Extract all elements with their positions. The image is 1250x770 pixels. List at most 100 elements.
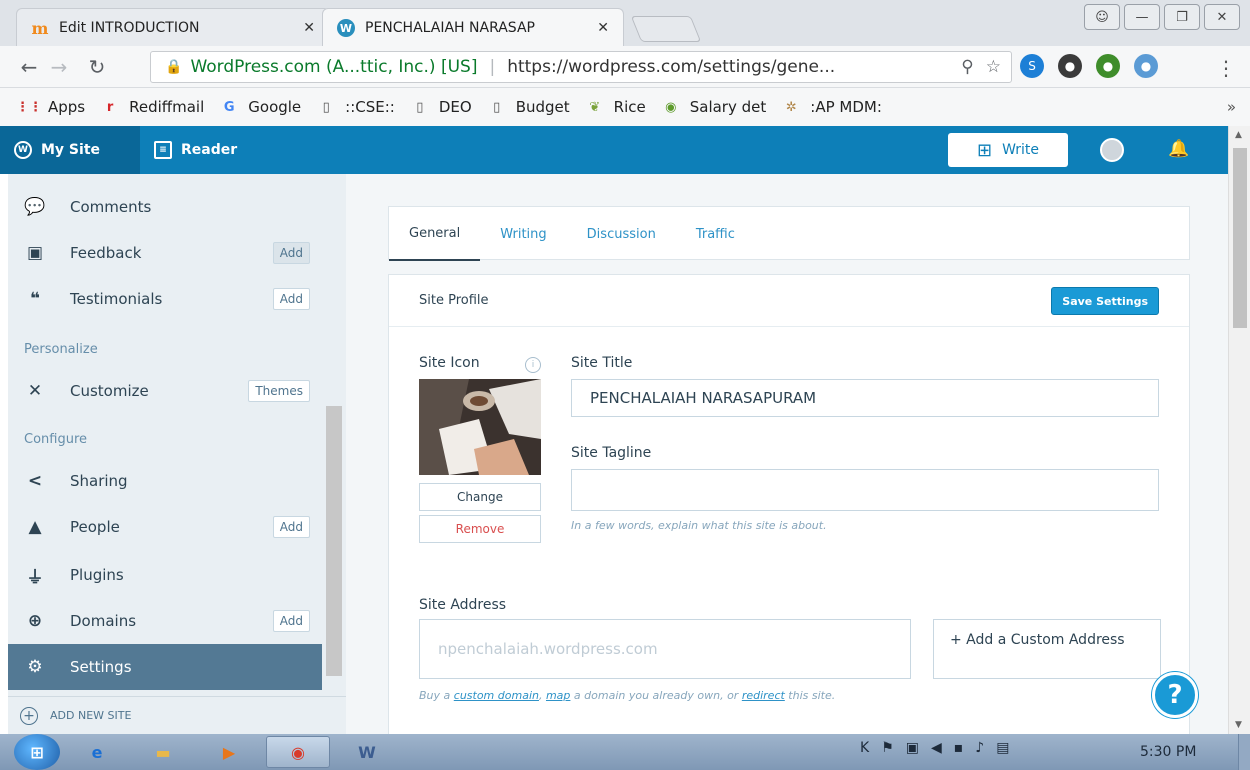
volume-icon[interactable]: ♪ xyxy=(975,740,984,756)
bookmark-5[interactable]: ▯ Budget xyxy=(488,98,570,116)
chrome-taskbar-icon[interactable]: ◉ xyxy=(266,736,330,768)
close-icon[interactable]: ✕ xyxy=(597,20,609,36)
sidebar-item-feedback[interactable]: ▣ Feedback Add xyxy=(8,230,322,276)
media-player-icon[interactable]: ▶ xyxy=(200,736,258,768)
bookmark-7[interactable]: ◉ Salary det xyxy=(662,98,766,116)
bookmark-2[interactable]: G Google xyxy=(220,98,301,116)
sidebar-scroll-thumb[interactable] xyxy=(326,406,342,676)
back-arrow-icon[interactable]: ← xyxy=(14,55,44,79)
domains-add-button[interactable]: Add xyxy=(272,610,310,632)
add-new-site-link[interactable]: + ADD NEW SITE xyxy=(8,696,346,734)
file-explorer-icon[interactable]: ▬ xyxy=(134,736,192,768)
bookmark-8[interactable]: ✲:AP MDM: xyxy=(782,98,882,116)
avatar[interactable] xyxy=(1100,138,1124,162)
browser-toolbar: ← → ↻ 🔒 WordPress.com (A...ttic, Inc.) [… xyxy=(0,46,1250,88)
scroll-down-arrow-icon[interactable]: ▼ xyxy=(1235,720,1242,730)
internet-explorer-icon[interactable]: e xyxy=(68,736,126,768)
site-tagline-input[interactable] xyxy=(571,469,1159,511)
custom-domain-link[interactable]: custom domain xyxy=(454,689,539,702)
people-add-button[interactable]: Add xyxy=(272,516,310,538)
sidebar-item-domains[interactable]: ⊕ Domains Add xyxy=(8,598,322,644)
page-scroll-thumb[interactable] xyxy=(1233,148,1247,328)
save-settings-button[interactable]: Save Settings xyxy=(1051,287,1159,315)
extension-sync-icon[interactable]: S xyxy=(1020,54,1044,78)
tab-general[interactable]: General xyxy=(389,207,481,261)
restore-icon[interactable]: ❐ xyxy=(1164,4,1200,30)
themes-button[interactable]: Themes xyxy=(248,380,310,402)
forward-arrow-icon[interactable]: → xyxy=(44,55,74,79)
close-window-icon[interactable]: ✕ xyxy=(1204,4,1240,30)
display-icon[interactable]: ▪ xyxy=(954,740,964,756)
notifications-bell-icon[interactable]: 🔔 xyxy=(1168,139,1190,161)
help-question-icon[interactable]: ? xyxy=(1152,672,1198,718)
info-icon[interactable]: i xyxy=(525,357,541,373)
bookmark-star-icon[interactable]: ☆ xyxy=(986,57,1001,77)
sidebar-scrollbar[interactable] xyxy=(322,180,346,690)
bookmark-4[interactable]: ▯ DEO xyxy=(411,98,471,116)
write-button[interactable]: ⊞ Write xyxy=(948,133,1068,167)
hint-text: this site. xyxy=(784,689,836,702)
site-title-input[interactable]: PENCHALAIAH NARASAPURAM xyxy=(571,379,1159,417)
browser-tab-edit-introduction[interactable]: m Edit INTRODUCTION ✕ xyxy=(16,8,330,46)
reader-link[interactable]: ≡ Reader xyxy=(140,126,251,174)
tagline-hint: In a few words, explain what this site i… xyxy=(571,519,827,532)
user-profile-icon[interactable]: ☺ xyxy=(1084,4,1120,30)
scroll-up-arrow-icon[interactable]: ▲ xyxy=(1235,130,1242,140)
site-icon-image xyxy=(419,379,541,475)
zoom-icon[interactable]: ⚲ xyxy=(961,57,973,77)
site-profile-header: Site Profile Save Settings xyxy=(389,275,1189,327)
bookmark-0[interactable]: ⋮⋮ Apps xyxy=(16,98,86,116)
feedback-add-button[interactable]: Add xyxy=(272,242,310,264)
show-desktop-button[interactable] xyxy=(1238,734,1250,770)
redirect-link[interactable]: redirect xyxy=(742,689,785,702)
sidebar-item-label: Testimonials xyxy=(70,290,163,308)
bookmark-3[interactable]: ▯::CSE:: xyxy=(317,98,395,116)
remove-icon-button[interactable]: Remove xyxy=(419,515,541,543)
add-custom-address-button[interactable]: + Add a Custom Address xyxy=(933,619,1161,679)
sidebar-item-sharing[interactable]: < Sharing xyxy=(8,458,322,504)
plus-circle-icon: + xyxy=(20,706,38,725)
extension-blue-icon[interactable]: ● xyxy=(1134,54,1158,78)
word-taskbar-icon[interactable]: W xyxy=(338,736,396,768)
sidebar-item-customize[interactable]: ✕ Customize Themes xyxy=(8,368,322,414)
sidebar-item-testimonials[interactable]: ❝ Testimonials Add xyxy=(8,276,322,322)
change-icon-button[interactable]: Change xyxy=(419,483,541,511)
address-bar[interactable]: 🔒 WordPress.com (A...ttic, Inc.) [US] | … xyxy=(150,51,1012,83)
reader-label: Reader xyxy=(181,142,238,158)
moodle-icon: m xyxy=(31,18,49,38)
sidebar-item-plugins[interactable]: ⏚ Plugins xyxy=(8,552,322,598)
tab-writing[interactable]: Writing xyxy=(480,207,566,261)
windows-start-icon[interactable]: ⊞ xyxy=(14,734,60,770)
minimize-icon[interactable]: — xyxy=(1124,4,1160,30)
app-tray-icon[interactable]: ▣ xyxy=(906,740,919,756)
reload-icon[interactable]: ↻ xyxy=(82,55,112,79)
extension-lock-icon[interactable]: ● xyxy=(1058,54,1082,78)
browser-tab-wordpress[interactable]: W PENCHALAIAH NARASAP ✕ xyxy=(322,8,624,46)
site-address-input[interactable]: npenchalaiah.wordpress.com xyxy=(419,619,911,679)
bookmark-1[interactable]: r Rediffmail xyxy=(101,98,204,116)
flag-icon[interactable]: ⚑ xyxy=(881,740,894,756)
site-title-label: Site Title xyxy=(571,355,633,371)
new-tab-button[interactable] xyxy=(630,16,702,42)
my-site-link[interactable]: W My Site xyxy=(0,126,140,174)
bookmarks-overflow-icon[interactable]: » xyxy=(1227,98,1236,116)
sidebar-item-people[interactable]: ▲ People Add xyxy=(8,504,322,550)
map-domain-link[interactable]: map xyxy=(546,689,570,702)
testimonials-add-button[interactable]: Add xyxy=(272,288,310,310)
extension-green-icon[interactable]: ● xyxy=(1096,54,1120,78)
sidebar-item-settings[interactable]: ⚙ Settings xyxy=(8,644,322,690)
hint-text: Buy a xyxy=(419,689,454,702)
tab-traffic[interactable]: Traffic xyxy=(676,207,755,261)
speaker-icon[interactable]: ◀ xyxy=(931,740,942,756)
bookmark-6[interactable]: ❦ Rice xyxy=(586,98,646,116)
close-icon[interactable]: ✕ xyxy=(303,20,315,36)
bookmark-label: Apps xyxy=(48,98,86,116)
tab-discussion[interactable]: Discussion xyxy=(567,207,676,261)
chrome-menu-icon[interactable]: ⋮ xyxy=(1216,56,1236,80)
tab-title: Edit INTRODUCTION xyxy=(59,19,200,36)
language-icon[interactable]: K xyxy=(860,740,869,756)
sidebar-item-comments[interactable]: 💬 Comments xyxy=(8,184,322,230)
page-scrollbar[interactable]: ▲ ▼ xyxy=(1228,126,1250,734)
network-icon[interactable]: ▤ xyxy=(996,740,1009,756)
clock[interactable]: 5:30 PM xyxy=(1140,744,1196,760)
